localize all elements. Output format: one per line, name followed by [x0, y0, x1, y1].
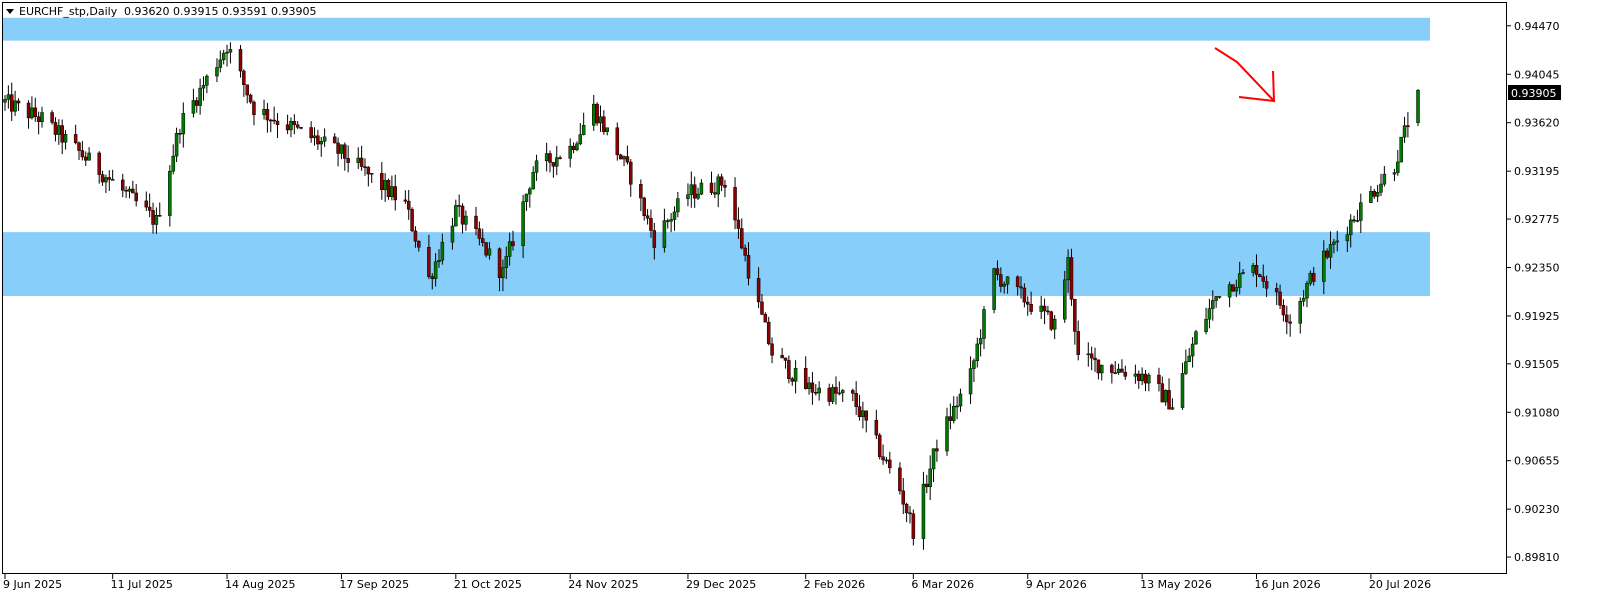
- zone-2: [3, 232, 1430, 296]
- candle: [615, 122, 620, 161]
- x-tick-label: 13 May 2026: [1140, 578, 1212, 591]
- x-tick-label: 11 Jul 2025: [111, 578, 173, 591]
- candle: [595, 102, 599, 126]
- current-price-text: 0.93905: [1511, 87, 1557, 100]
- candle: [484, 241, 488, 258]
- candle: [1049, 310, 1054, 332]
- candle: [1416, 89, 1420, 127]
- y-tick-label: 0.93620: [1514, 117, 1560, 130]
- candle: [1194, 329, 1198, 345]
- x-tick-label: 16 Jun 2026: [1255, 578, 1321, 591]
- price-chart[interactable]: 0.94470 0.94045 0.93620 0.93195 0.92775 0.923…: [0, 0, 1604, 611]
- candle: [877, 432, 882, 460]
- candle: [50, 110, 54, 125]
- x-tick-label: 29 Dec 2025: [686, 578, 756, 591]
- x-tick-label: 17 Sep 2025: [339, 578, 409, 591]
- y-tick-label: 0.94045: [1514, 68, 1560, 81]
- y-tick-label: 0.93195: [1514, 165, 1560, 178]
- x-tick-label: 2 Feb 2026: [804, 578, 865, 591]
- y-tick-label: 0.91925: [1514, 310, 1560, 323]
- candle: [830, 384, 835, 405]
- chart-window[interactable]: 0.94470 0.94045 0.93620 0.93195 0.92775 0.923…: [0, 0, 1604, 611]
- y-tick-label: 0.89810: [1514, 551, 1560, 564]
- candle: [1231, 284, 1235, 292]
- x-tick-label: 9 Jun 2025: [3, 578, 62, 591]
- candle: [618, 153, 623, 160]
- y-tick-label: 0.91080: [1514, 406, 1560, 419]
- candle: [992, 267, 996, 314]
- candle: [410, 207, 414, 233]
- y-tick-label: 0.94470: [1514, 20, 1560, 33]
- candle: [386, 178, 391, 200]
- x-tick-label: 21 Oct 2025: [454, 578, 522, 591]
- x-tick-label: 14 Aug 2025: [225, 578, 295, 591]
- x-tick-label: 6 Mar 2026: [911, 578, 974, 591]
- symbol-label: EURCHF_stp,Daily: [19, 5, 118, 18]
- current-price-label: 0.93905: [1508, 85, 1561, 100]
- x-tick-label: 9 Apr 2026: [1026, 578, 1087, 591]
- y-tick-label: 0.92350: [1514, 261, 1560, 274]
- y-tick-label: 0.90655: [1514, 455, 1560, 468]
- candle: [1069, 248, 1074, 306]
- y-tick-label: 0.92775: [1514, 213, 1560, 226]
- chart-header: EURCHF_stp,Daily 0.93620 0.93915 0.93591…: [6, 5, 316, 18]
- y-tick-label: 0.90230: [1514, 503, 1560, 516]
- candle: [1399, 136, 1403, 163]
- x-tick-label: 20 Jul 2026: [1369, 578, 1431, 591]
- y-tick-label: 0.91505: [1514, 358, 1560, 371]
- zone-1: [3, 17, 1430, 41]
- x-tick-label: 24 Nov 2025: [568, 578, 638, 591]
- ohlc-values: 0.93620 0.93915 0.93591 0.93905: [124, 5, 316, 18]
